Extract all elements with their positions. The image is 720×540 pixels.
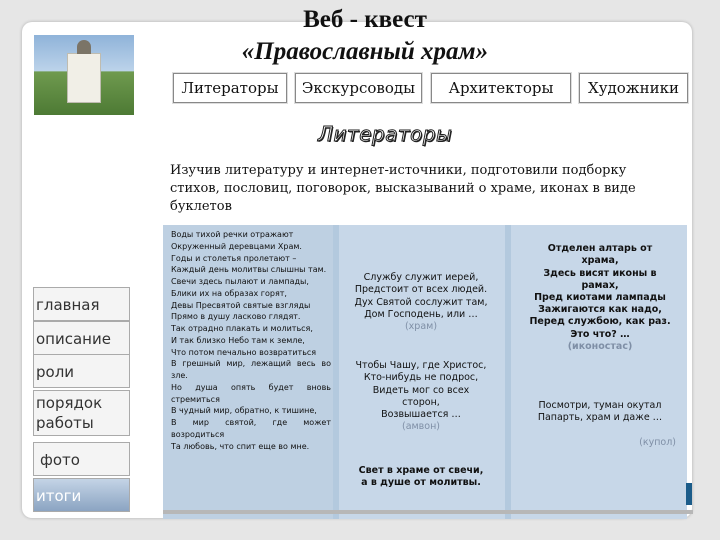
page-title: Веб - квест «Православный храм» [180,4,550,68]
sidebar-item-results[interactable]: итоги [33,478,130,512]
riddle-2: Чтобы Чашу, где Христос, Кто-нибудь не п… [344,348,498,433]
riddle-3-answer: (иконостас) [567,340,633,352]
riddle-2-text: Чтобы Чашу, где Христос, Кто-нибудь не п… [355,360,487,421]
corner-accent [686,483,692,505]
title-line-1: Веб - квест [303,6,427,33]
riddle-2-answer: (амвон) [401,421,441,433]
sidebar-item-roles[interactable]: роли [33,354,130,388]
church-photo [34,35,134,115]
section-heading: Литераторы [317,122,453,147]
sidebar-item-photo[interactable]: фото [33,442,130,476]
riddle-1-text: Службу служит иерей, Предстоит от всех л… [354,272,488,320]
church-icon [67,40,101,103]
riddle-3: Отделен алтарь от храма, Здесь висят ико… [512,231,688,353]
sidebar-item-home[interactable]: главная [33,287,130,321]
intro-text: Изучив литературу и интернет-источники, … [170,163,636,214]
riddle-1: Службу служит иерей, Предстоит от всех л… [342,260,500,333]
tab-architects[interactable]: Архитекторы [431,73,571,103]
title-line-2: «Православный храм» [241,38,489,65]
riddle-4-text: Посмотри, туман окутал Папарть, храм и д… [537,400,663,424]
poem-text: Воды тихой речки отражают Окруженный дер… [171,230,331,451]
sidebar-item-description[interactable]: описание [33,321,130,355]
tab-literators[interactable]: Литераторы [173,73,287,103]
tab-artists[interactable]: Художники [579,73,688,103]
riddle-3-text: Отделен алтарь от храма, Здесь висят ико… [529,243,671,340]
riddle-1-answer: (храм) [404,321,438,333]
bottom-divider [163,510,693,514]
riddle-4: Посмотри, туман окутал Папарть, храм и д… [512,388,688,461]
sidebar-item-workflow[interactable]: порядок работы [33,390,130,436]
proverb-text: Свет в храме от свечи, а в душе от молит… [358,465,484,489]
riddle-4-answer: (купол) [639,436,676,448]
tab-guides[interactable]: Экскурсоводы [295,73,422,103]
